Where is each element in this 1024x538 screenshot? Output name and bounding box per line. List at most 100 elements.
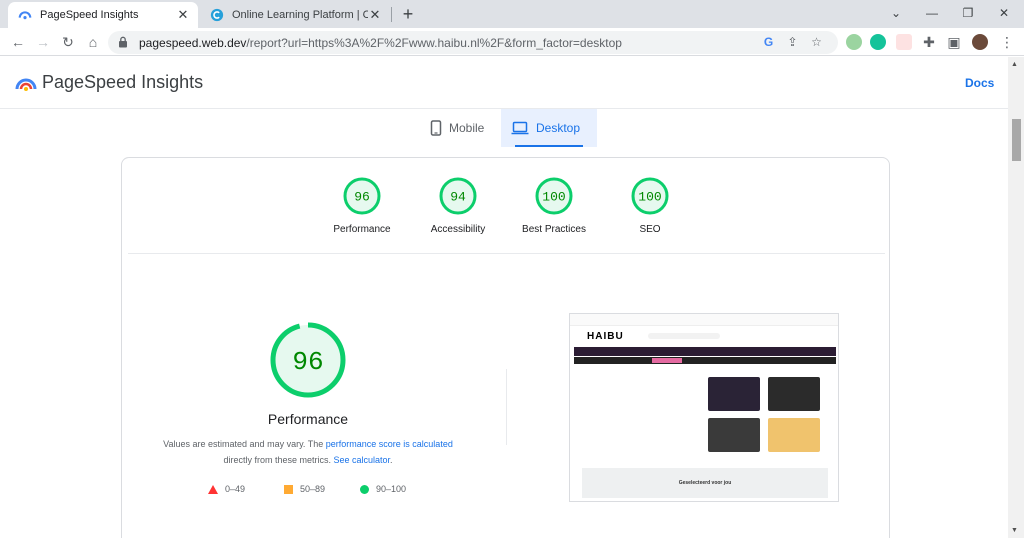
bookmark-star-icon[interactable]: ☆ [808, 34, 825, 51]
score-legend: 0–49 50–89 90–100 [206, 484, 446, 498]
side-panel-icon[interactable]: ▣ [944, 32, 964, 52]
estimate-note: Values are estimated and may vary. The p… [148, 436, 468, 468]
score-ring: 94 [439, 177, 477, 215]
note-text: Values are estimated and may vary. The [163, 439, 326, 449]
close-window-icon[interactable]: ✕ [986, 0, 1022, 28]
url-host: pagespeed.web.dev [139, 36, 247, 50]
screenshot-topbar [570, 314, 838, 326]
legend-range: 50–89 [300, 484, 326, 494]
tab-title: PageSpeed Insights [40, 9, 139, 21]
legend-fail: 0–49 [208, 484, 245, 494]
extension-ge-icon[interactable] [846, 34, 862, 50]
browser-toolbar: ← → ↻ ⌂ pagespeed.web.dev/report?url=htt… [0, 28, 1024, 56]
google-icon[interactable]: G [760, 34, 777, 51]
profile-avatar[interactable] [972, 34, 988, 50]
minimize-icon[interactable]: — [914, 0, 950, 28]
tab-pagespeed-insights[interactable]: PageSpeed Insights ✕ [8, 2, 198, 28]
red-triangle-icon [208, 484, 218, 494]
gauge-label: Accessibility [430, 224, 486, 235]
brand-name[interactable]: PageSpeed Insights [42, 72, 203, 93]
gauge-label: Best Practices [522, 224, 586, 235]
legend-range: 0–49 [225, 484, 246, 494]
legend-pass: 90–100 [360, 484, 406, 494]
pagespeed-logo-icon[interactable] [15, 73, 37, 93]
tab-title: Online Learning Platform | Corpo [232, 9, 368, 21]
legend-range: 90–100 [376, 484, 407, 494]
tab-close-icon[interactable]: ✕ [176, 7, 190, 23]
note-text: . [390, 455, 393, 465]
screenshot-searchbox [648, 333, 720, 339]
gauge-accessibility[interactable]: 94 Accessibility [408, 176, 508, 235]
score-value: 100 [542, 190, 565, 205]
forward-arrow-icon[interactable]: → [33, 32, 53, 52]
url-path: /report?url=https%3A%2F%2Fwww.haibu.nl%2… [246, 36, 622, 50]
browser-tab-strip: PageSpeed Insights ✕ Online Learning Pla… [0, 0, 1024, 28]
screenshot-site-logo: HAIBU [587, 331, 624, 342]
screenshot-section-title: Geselecteerd voor jou [678, 480, 732, 486]
performance-title: Performance [267, 411, 349, 427]
address-bar[interactable]: pagespeed.web.dev/report?url=https%3A%2F… [108, 31, 838, 54]
tab-desktop[interactable]: Desktop [501, 109, 597, 147]
green-circle-icon [360, 484, 369, 494]
page-content: PageSpeed Insights Docs ▲ ▼ Mobile Deskt… [0, 57, 1024, 538]
see-calculator-link[interactable]: See calculator [333, 455, 390, 465]
score-value: 100 [638, 190, 661, 205]
orange-square-icon [284, 484, 293, 494]
active-tab-indicator [515, 145, 583, 147]
screenshot-tile [708, 418, 760, 452]
docs-link[interactable]: Docs [965, 76, 994, 90]
score-ring: 100 [631, 177, 669, 215]
performance-score-value: 96 [292, 347, 323, 377]
tab-mobile[interactable]: Mobile [420, 109, 500, 147]
gauge-label: Performance [333, 224, 391, 235]
screenshot-tile [708, 377, 760, 411]
category-gauges: 96 Performance 94 Accessibility 100 Best… [122, 158, 891, 253]
tab-search-chevron-icon[interactable]: ⌄ [878, 0, 914, 28]
report-card: 96 Performance 94 Accessibility 100 Best… [121, 157, 890, 538]
laptop-icon [511, 121, 529, 135]
screenshot-promo-tag [652, 358, 682, 363]
reload-icon[interactable]: ↻ [58, 32, 78, 52]
grammarly-icon[interactable] [870, 34, 886, 50]
lock-icon[interactable] [118, 36, 128, 48]
performance-score-link[interactable]: performance score is calculated [326, 439, 453, 449]
gauge-performance[interactable]: 96 Performance [312, 176, 412, 235]
chrome-menu-kebab-icon[interactable]: ⋮ [997, 32, 1017, 52]
tab-separator [391, 7, 392, 22]
legend-average: 50–89 [284, 484, 325, 494]
tab-close-icon[interactable]: ✕ [368, 7, 382, 23]
site-header: PageSpeed Insights Docs [0, 57, 1008, 109]
gauge-best-practices[interactable]: 100 Best Practices [504, 176, 604, 235]
score-ring: 96 [343, 177, 381, 215]
screenshot-navbar [574, 347, 836, 356]
screenshot-promo-bar [574, 357, 836, 364]
screenshot-tile [768, 377, 820, 411]
score-ring: 100 [535, 177, 573, 215]
final-screenshot: HAIBU Geselecteerd voor jou [569, 313, 839, 502]
performance-score-gauge: 96 [270, 322, 346, 398]
url-text[interactable]: pagespeed.web.dev/report?url=https%3A%2F… [139, 36, 622, 50]
gauge-label: SEO [639, 224, 661, 235]
vertical-divider [506, 369, 507, 445]
extensions-puzzle-icon[interactable]: ✚ [919, 32, 939, 52]
scroll-down-icon[interactable]: ▼ [1011, 527, 1018, 534]
performance-section: 96 Performance Values are estimated and … [122, 254, 891, 538]
tab-desktop-label: Desktop [536, 121, 581, 135]
share-icon[interactable]: ⇪ [784, 34, 801, 51]
extension-red-icon[interactable] [896, 34, 912, 50]
tab-mobile-label: Mobile [449, 121, 485, 135]
score-value: 96 [354, 190, 370, 205]
screenshot-tile [768, 418, 820, 452]
restore-icon[interactable]: ❐ [950, 0, 986, 28]
home-icon[interactable]: ⌂ [83, 32, 103, 52]
score-value: 94 [450, 190, 466, 205]
tab-online-learning-platform[interactable]: Online Learning Platform | Corpo ✕ [200, 2, 390, 28]
gauge-seo[interactable]: 100 SEO [600, 176, 700, 235]
note-text: directly from these metrics. [223, 455, 334, 465]
scrollbar-thumb[interactable] [1012, 119, 1021, 161]
c-favicon-icon [210, 8, 224, 22]
smartphone-icon [430, 120, 442, 136]
scroll-up-icon[interactable]: ▲ [1011, 61, 1018, 68]
new-tab-plus-icon[interactable]: + [397, 3, 419, 25]
back-arrow-icon[interactable]: ← [8, 32, 28, 52]
